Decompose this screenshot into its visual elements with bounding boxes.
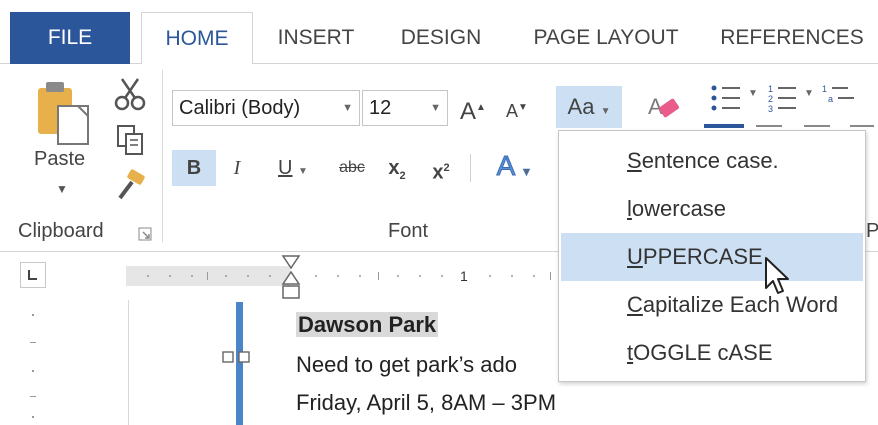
- tab-page-layout[interactable]: PAGE LAYOUT: [516, 12, 696, 64]
- clear-formatting-icon[interactable]: A: [644, 88, 684, 126]
- shrink-font-button[interactable]: A▼: [500, 90, 534, 126]
- align-line: [756, 125, 782, 127]
- svg-text:1: 1: [822, 84, 827, 94]
- chevron-down-icon[interactable]: ▼: [342, 91, 353, 125]
- indent-marker-icon[interactable]: [280, 254, 302, 300]
- tab-selector[interactable]: [20, 262, 46, 288]
- menu-item-toggle-case[interactable]: tOGGLE cASE: [561, 329, 863, 377]
- tab-references[interactable]: REFERENCES: [712, 12, 872, 64]
- document-line[interactable]: Need to get park’s ado: [296, 352, 517, 378]
- svg-text:a: a: [828, 94, 833, 104]
- tab-file[interactable]: FILE: [10, 12, 130, 64]
- change-case-menu: Sentence case. lowercase UPPERCASE Capit…: [558, 130, 866, 382]
- dialog-launcher-icon[interactable]: [138, 227, 152, 241]
- vertical-ruler[interactable]: [22, 300, 44, 425]
- group-separator: [162, 70, 163, 242]
- resize-handle-icon[interactable]: [220, 350, 254, 366]
- align-left-indicator: [704, 124, 744, 128]
- align-line: [804, 125, 830, 127]
- font-size-value: 12: [369, 97, 392, 119]
- ribbon-tab-bar: FILE HOME INSERT DESIGN PAGE LAYOUT REFE…: [0, 0, 878, 65]
- superscript-button[interactable]: x2: [424, 150, 458, 186]
- menu-item-sentence-case[interactable]: Sentence case.: [561, 137, 863, 185]
- tab-insert[interactable]: INSERT: [266, 12, 366, 64]
- format-painter-icon[interactable]: [112, 168, 148, 204]
- grow-font-button[interactable]: A▲: [456, 90, 490, 126]
- document-line[interactable]: Dawson Park: [296, 312, 439, 338]
- svg-text:1: 1: [768, 84, 773, 94]
- cut-icon[interactable]: [112, 76, 148, 112]
- tab-home[interactable]: HOME: [141, 12, 253, 65]
- svg-text:3: 3: [768, 104, 773, 114]
- document-line[interactable]: Friday, April 5, 8AM – 3PM: [296, 390, 556, 416]
- chevron-down-icon[interactable]: ▼: [298, 166, 308, 177]
- underline-button[interactable]: U ▼: [264, 150, 322, 186]
- mouse-cursor-icon: [765, 257, 789, 294]
- bullets-icon[interactable]: ▼ 1 2 3 ▼ 1 a: [708, 82, 878, 122]
- change-case-button[interactable]: Aa ▼: [556, 86, 622, 128]
- svg-text:▼: ▼: [804, 88, 814, 99]
- tab-design[interactable]: DESIGN: [386, 12, 496, 64]
- font-group-label: Font: [388, 220, 429, 242]
- paragraph-group-label: P: [866, 220, 878, 242]
- chevron-down-icon[interactable]: ▼: [430, 91, 441, 125]
- group-separator: [470, 154, 471, 182]
- menu-item-capitalize-each-word[interactable]: Capitalize Each Word: [561, 281, 863, 329]
- font-name-value: Calibri (Body): [179, 97, 301, 119]
- align-line: [850, 125, 874, 127]
- font-size-combo[interactable]: 12 ▼: [362, 90, 448, 126]
- ruler-number: 1: [460, 268, 468, 284]
- bold-button[interactable]: B: [172, 150, 216, 186]
- subscript-button[interactable]: x2: [380, 150, 414, 186]
- page-left-edge: [128, 300, 129, 425]
- left-tab-icon: [28, 270, 37, 280]
- copy-icon[interactable]: [112, 122, 148, 158]
- menu-item-uppercase[interactable]: UPPERCASE: [561, 233, 863, 281]
- svg-text:2: 2: [768, 94, 773, 104]
- chevron-down-icon: ▼: [600, 106, 611, 117]
- paste-label: Paste: [34, 148, 86, 170]
- text-effects-button[interactable]: A ▼: [484, 148, 544, 184]
- font-name-combo[interactable]: Calibri (Body) ▼: [172, 90, 360, 126]
- svg-text:▼: ▼: [748, 88, 758, 99]
- paste-dropdown-caret[interactable]: ▼: [56, 182, 68, 196]
- paste-icon: [38, 82, 89, 145]
- strikethrough-button[interactable]: abc: [330, 150, 374, 186]
- chevron-down-icon[interactable]: ▼: [521, 167, 532, 179]
- clipboard-group-label: Clipboard: [18, 220, 104, 242]
- italic-button[interactable]: I: [220, 150, 254, 186]
- menu-item-lowercase[interactable]: lowercase: [561, 185, 863, 233]
